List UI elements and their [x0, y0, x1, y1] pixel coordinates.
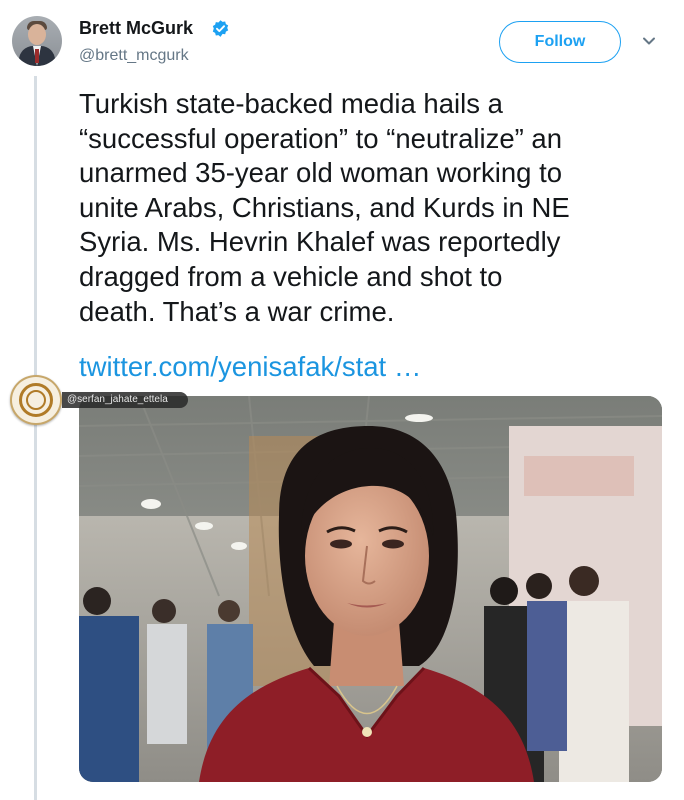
tweet-text-line: unarmed 35-year old woman working to: [79, 157, 563, 189]
avatar-tie: [35, 49, 39, 63]
tweet-text-line: death. That’s a war crime.: [79, 295, 395, 327]
tweet-text-line: Turkish state-backed media hails a: [79, 88, 503, 119]
chevron-down-icon[interactable]: [642, 36, 656, 46]
tweet-text: Turkish state-backed media hails a “succ…: [79, 87, 679, 329]
tweet-media-photo[interactable]: [79, 396, 662, 782]
watermark-logo: [10, 375, 62, 425]
avatar-face: [28, 24, 46, 45]
author-handle[interactable]: @brett_mcgurk: [79, 47, 189, 65]
tweet-text-line: Syria. Ms. Hevrin Khalef was reportedly: [79, 226, 561, 258]
watermark-handle: @serfan_jahate_ettela: [62, 392, 188, 408]
tweet-text-line: dragged from a vehicle and shot to: [79, 260, 503, 292]
follow-button[interactable]: Follow: [499, 21, 621, 63]
thread-line: [34, 76, 37, 800]
author-name[interactable]: Brett McGurk: [79, 18, 193, 39]
avatar[interactable]: [12, 16, 62, 66]
photo-scene: [79, 396, 662, 782]
tweet-text-line: “successful operation” to “neutralize” a…: [79, 122, 563, 154]
tweet-link[interactable]: twitter.com/yenisafak/stat …: [79, 350, 421, 385]
tweet-text-line: unite Arabs, Christians, and Kurds in NE: [79, 191, 570, 223]
watermark-ring-inner: [26, 390, 46, 410]
verified-badge-icon: [212, 20, 229, 37]
